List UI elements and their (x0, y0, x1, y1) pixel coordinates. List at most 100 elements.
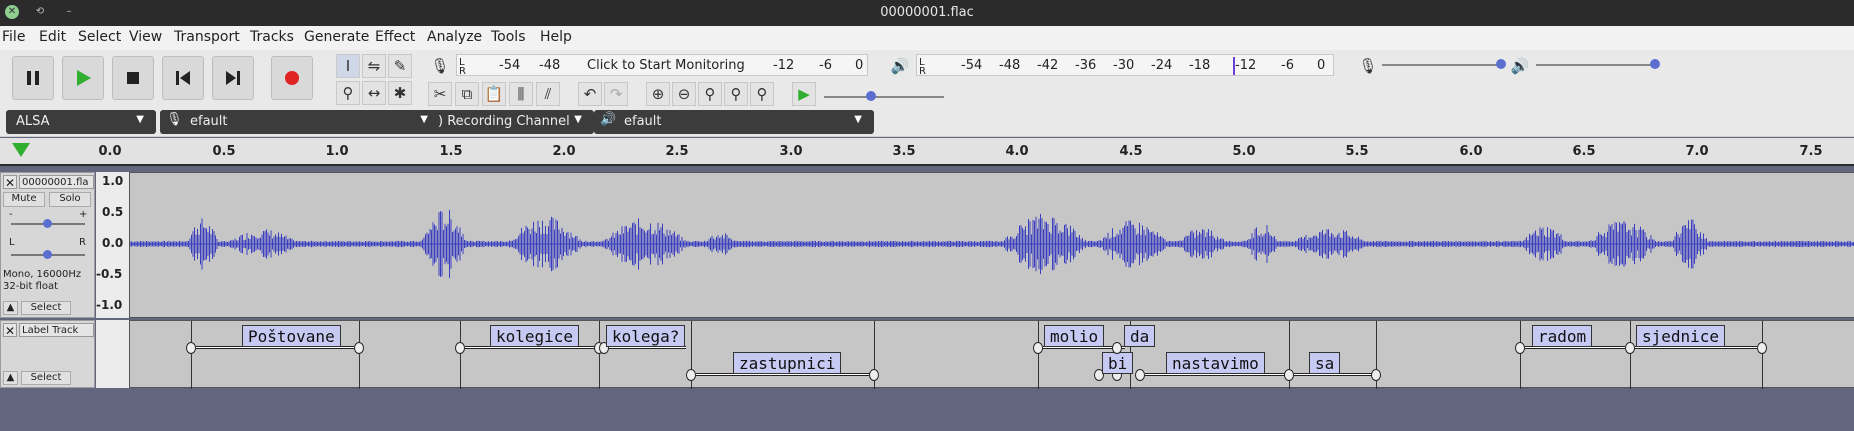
redo-button[interactable]: ↷ (604, 82, 628, 106)
label-text[interactable]: sa (1309, 352, 1341, 374)
gain-thumb[interactable] (43, 219, 52, 228)
window-title: 00000001.flac (880, 5, 974, 20)
envelope-tool[interactable]: ⇋ (362, 54, 386, 78)
label-text[interactable]: kolega? (606, 325, 686, 347)
menu-select[interactable]: Select (78, 29, 121, 45)
input-volume-thumb[interactable] (1496, 59, 1506, 69)
playback-meter[interactable]: LR -54 -48 -42 -36 -30 -24 -18 -12 -6 0 (916, 54, 1334, 77)
speaker-icon: 🔊 (600, 112, 617, 127)
label-text[interactable]: kolegice (490, 325, 580, 347)
label-area[interactable]: Poštovane kolegice kolega? zastupnici mo… (130, 320, 1854, 389)
zoom-toggle-button[interactable]: ⚲ (750, 82, 774, 106)
label-boundary (359, 321, 360, 389)
menu-effect[interactable]: Effect (375, 29, 415, 45)
menu-edit[interactable]: Edit (39, 29, 66, 45)
play-at-speed-button[interactable]: ▶ (792, 82, 816, 106)
label-handle[interactable] (1757, 342, 1767, 354)
label-text[interactable]: nastavimo (1166, 352, 1265, 374)
speaker-icon[interactable]: 🔊 (888, 54, 912, 78)
paste-button[interactable]: 📋 (482, 82, 506, 106)
select-label-track-button[interactable]: Select (21, 371, 71, 385)
label-handle[interactable] (455, 342, 465, 354)
close-track-icon[interactable]: ✕ (3, 323, 17, 338)
label-text[interactable]: sjednice (1636, 325, 1726, 347)
monitoring-prompt[interactable]: Click to Start Monitoring (587, 58, 745, 73)
label-handle[interactable] (1135, 369, 1145, 381)
menu-transport[interactable]: Transport (174, 29, 240, 45)
skip-to-end-button[interactable] (212, 56, 254, 100)
menu-generate[interactable]: Generate (304, 29, 369, 45)
ruler-tick: 4.5 (1119, 144, 1143, 159)
label-handle[interactable] (869, 369, 879, 381)
silence-button[interactable]: ⫽ (536, 82, 560, 106)
label-handle[interactable] (1515, 342, 1525, 354)
label-handle[interactable] (1371, 369, 1381, 381)
label-handle[interactable] (354, 342, 364, 354)
zoom-tool[interactable]: ⚲ (336, 81, 360, 105)
label-text[interactable]: bi (1102, 352, 1134, 374)
fit-selection-button[interactable]: ⚲ (698, 82, 722, 106)
time-shift-tool[interactable]: ↔ (362, 81, 386, 105)
menu-file[interactable]: File (2, 29, 25, 45)
host-select[interactable]: ALSA ▼ (6, 110, 156, 134)
label-text[interactable]: molio (1044, 325, 1105, 347)
fit-project-button[interactable]: ⚲ (724, 82, 748, 106)
label-handle[interactable] (186, 342, 196, 354)
output-device-select[interactable]: 🔊 efault ▼ (594, 110, 874, 134)
label-text[interactable]: zastupnici (733, 352, 842, 374)
label-handle[interactable] (686, 369, 696, 381)
label-handle[interactable] (1625, 342, 1635, 354)
label-text[interactable]: da (1124, 325, 1156, 347)
stop-button[interactable] (112, 56, 154, 100)
ruler-tick: 0.5 (212, 144, 236, 159)
trim-button[interactable]: ⫼ (509, 82, 533, 106)
solo-button[interactable]: Solo (49, 192, 91, 207)
menu-tracks[interactable]: Tracks (250, 29, 294, 45)
play-speed-slider[interactable] (824, 96, 944, 98)
pan-thumb[interactable] (43, 250, 52, 259)
copy-button[interactable]: ⧉ (455, 82, 479, 106)
label-handle[interactable] (1033, 342, 1043, 354)
selection-tool[interactable]: I (336, 54, 360, 78)
label-text[interactable]: radom (1532, 325, 1593, 347)
scale-label: -1.0 (96, 298, 123, 312)
multi-tool[interactable]: ✱ (388, 81, 412, 105)
play-head-icon[interactable] (12, 143, 30, 157)
output-volume-slider[interactable] (1536, 64, 1656, 66)
track-name-menu[interactable]: 00000001.fla (19, 175, 94, 189)
undo-button[interactable]: ↶ (578, 82, 602, 106)
zoom-out-button[interactable]: ⊖ (672, 82, 696, 106)
close-track-icon[interactable]: ✕ (3, 175, 17, 190)
channels-select[interactable]: ) Recording Channel ▼ (434, 110, 594, 134)
select-track-button[interactable]: Select (21, 301, 71, 315)
timeline-ruler[interactable]: 0.0 0.5 1.0 1.5 2.0 2.5 3.0 3.5 4.0 4.5 … (0, 138, 1854, 166)
collapse-track-icon[interactable]: ▲ (3, 301, 18, 315)
zoom-toggle-icon: ⚲ (756, 85, 768, 103)
label-handle[interactable] (1284, 369, 1294, 381)
input-volume-slider[interactable] (1382, 64, 1502, 66)
play-button[interactable] (62, 56, 104, 100)
output-volume-thumb[interactable] (1650, 59, 1660, 69)
skip-to-start-button[interactable] (162, 56, 204, 100)
label-text[interactable]: Poštovane (242, 325, 341, 347)
input-device-select[interactable]: 🎙 efault ▼ (160, 110, 440, 134)
label-handle[interactable] (1112, 342, 1122, 354)
menu-tools[interactable]: Tools (491, 29, 526, 45)
menu-help[interactable]: Help (540, 29, 572, 45)
pause-button[interactable] (12, 56, 54, 100)
skip-start-icon (176, 71, 190, 85)
ruler-tick: 7.0 (1685, 144, 1709, 159)
mute-button[interactable]: Mute (3, 192, 45, 207)
play-speed-thumb[interactable] (866, 91, 876, 101)
menu-view[interactable]: View (129, 29, 162, 45)
collapse-track-icon[interactable]: ▲ (3, 371, 18, 385)
mic-icon[interactable]: 🎙 (428, 54, 452, 78)
zoom-in-button[interactable]: ⊕ (646, 82, 670, 106)
waveform-area[interactable] (129, 172, 1854, 318)
cut-button[interactable]: ✂ (428, 82, 452, 106)
draw-tool[interactable]: ✎ (388, 54, 412, 78)
record-button[interactable] (271, 56, 313, 100)
label-track-name-menu[interactable]: Label Track (19, 323, 94, 337)
menu-analyze[interactable]: Analyze (427, 29, 482, 45)
record-meter[interactable]: LR -54 -48 Click to Start Monitoring -12… (456, 54, 868, 77)
